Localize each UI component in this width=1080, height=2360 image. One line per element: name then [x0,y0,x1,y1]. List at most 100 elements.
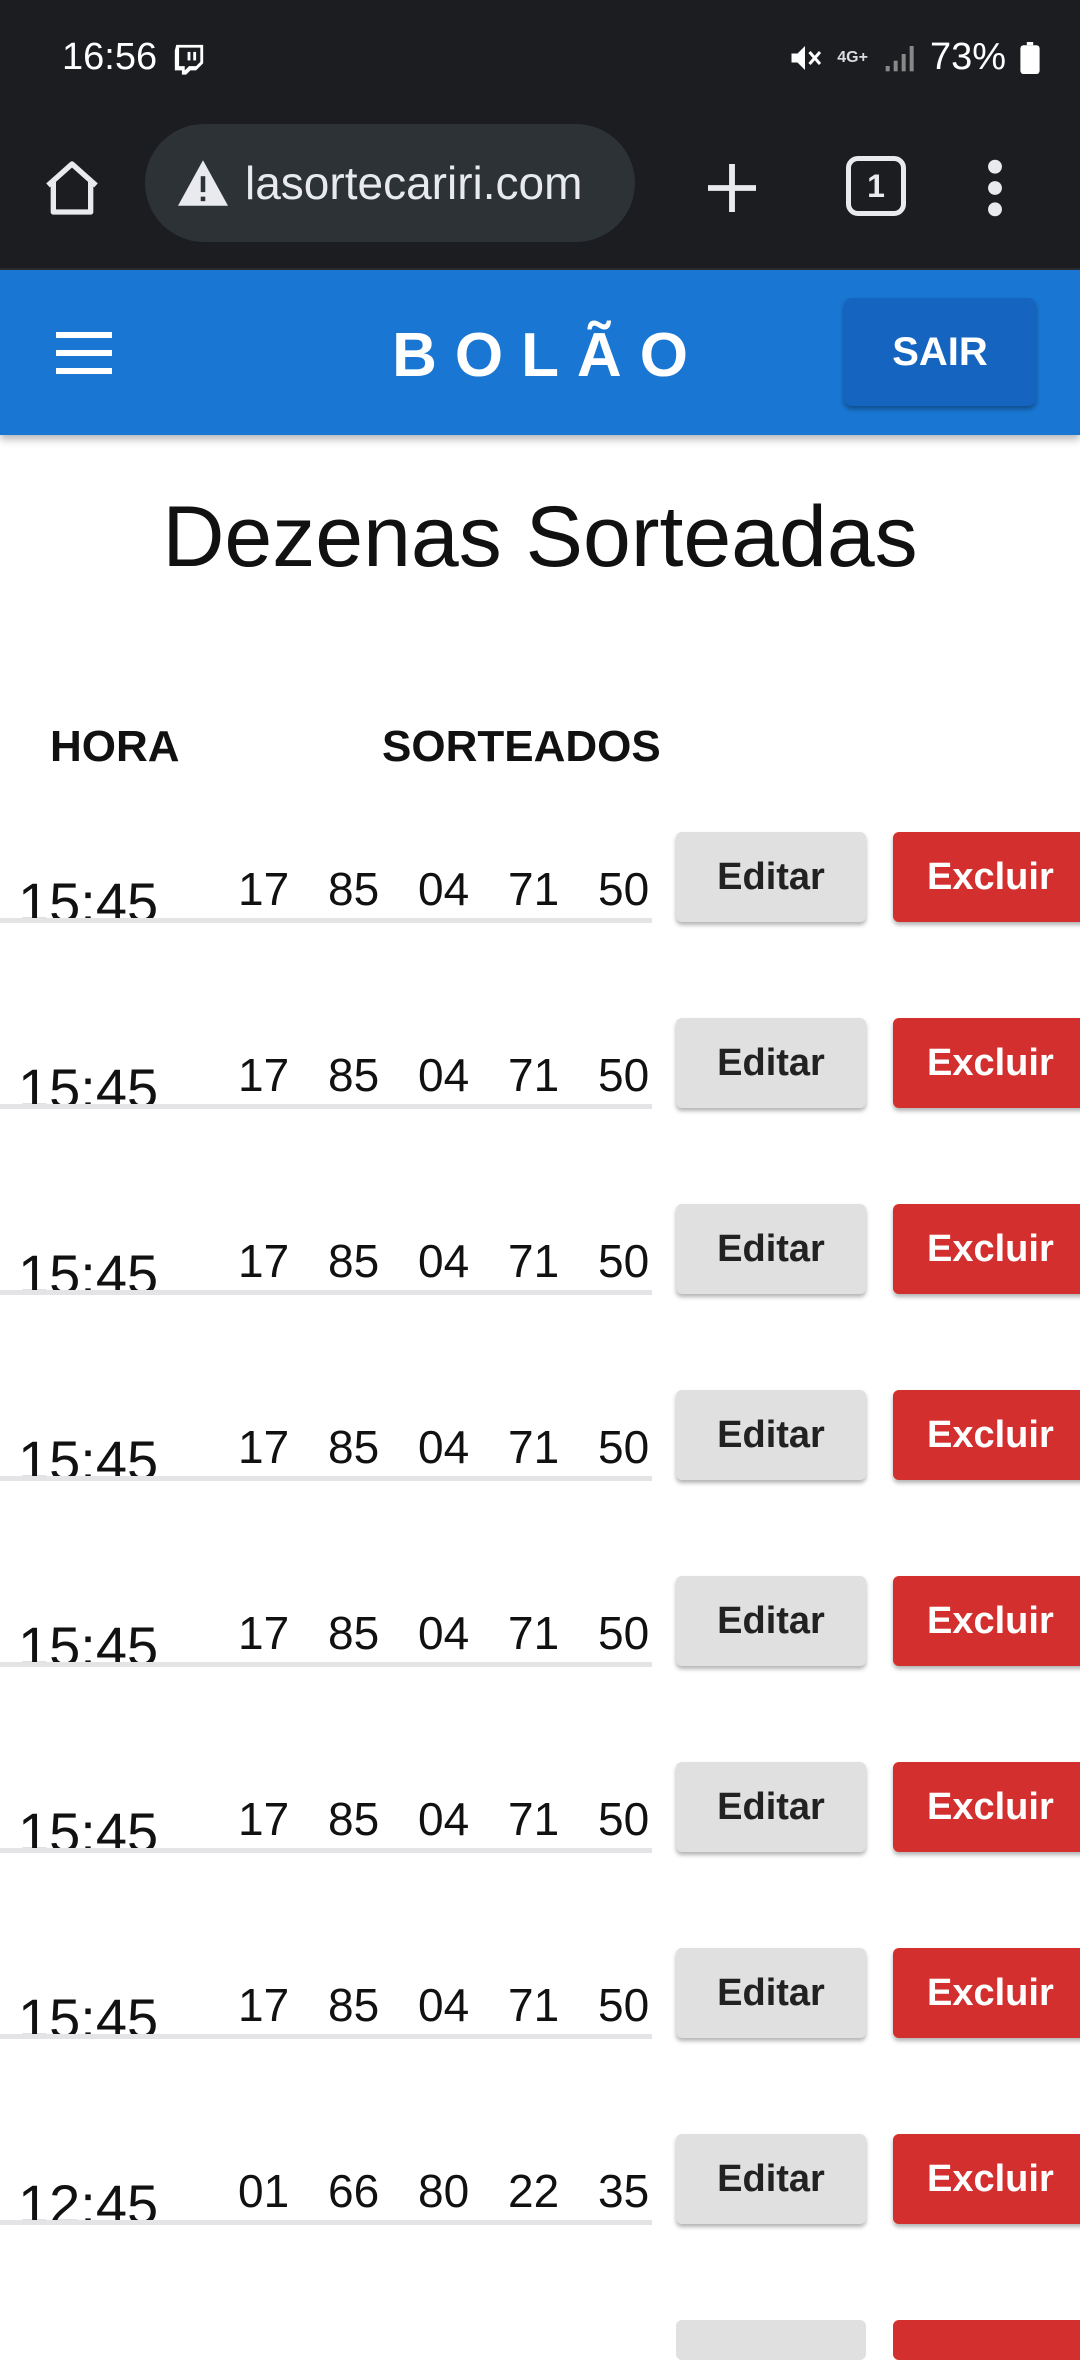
drawn-number: 35 [598,2165,650,2217]
row-divider [0,2034,652,2039]
row-divider [0,2220,652,2225]
drawn-number: 85 [328,863,380,915]
mute-icon [791,45,822,70]
drawn-number: 17 [238,863,290,915]
row-divider [0,1476,652,1481]
drawn-number: 85 [328,1235,380,1287]
drawn-number: 71 [508,1607,560,1659]
drawn-number: 50 [598,863,650,915]
delete-button[interactable]: Excluir [893,1762,1080,1852]
more-options-icon[interactable] [980,156,1010,220]
drawn-number: 85 [328,1421,380,1473]
battery-icon [1020,41,1040,74]
row-time: 15:45 [18,871,159,934]
table-row: 15:45 17 85 04 71 50 Editar Excluir [0,1576,1080,1762]
drawn-number: 71 [508,863,560,915]
drawn-number: 04 [418,1235,470,1287]
delete-button[interactable]: Excluir [893,1390,1080,1480]
drawn-number: 50 [598,1049,650,1101]
drawn-number: 17 [238,1235,290,1287]
tab-switcher-button[interactable]: 1 [846,156,906,216]
url-bar[interactable]: lasortecariri.com [145,124,635,242]
drawn-number: 85 [328,1607,380,1659]
table-row: 15:45 17 85 04 71 50 Editar Excluir [0,1948,1080,2134]
row-divider [0,1848,652,1853]
drawn-number: 80 [418,2165,470,2217]
table-row: 12:45 01 66 80 22 35 Editar Excluir [0,2134,1080,2320]
signal-icon [885,45,914,71]
table-row: 15:45 17 85 04 71 50 Editar Excluir [0,832,1080,1018]
row-divider [0,1104,652,1109]
drawn-number: 85 [328,1979,380,2031]
edit-button[interactable]: Editar [676,1762,866,1852]
drawn-number: 85 [328,1793,380,1845]
delete-button[interactable]: Excluir [893,1018,1080,1108]
drawn-number: 17 [238,1793,290,1845]
drawn-number: 04 [418,863,470,915]
drawn-number: 04 [418,1421,470,1473]
edit-button[interactable]: Editar [676,1576,866,1666]
row-time: 15:45 [18,1057,159,1120]
delete-button[interactable]: Excluir [893,2134,1080,2224]
drawn-number: 50 [598,1979,650,2031]
row-time: 15:45 [18,1801,159,1864]
edit-button-partial[interactable] [676,2320,866,2360]
delete-button-partial[interactable] [893,2320,1080,2360]
drawn-number: 85 [328,1049,380,1101]
table-row: 15:45 17 85 04 71 50 Editar Excluir [0,1390,1080,1576]
edit-button[interactable]: Editar [676,1390,866,1480]
drawn-number: 04 [418,1979,470,2031]
drawn-number: 71 [508,1793,560,1845]
delete-button[interactable]: Excluir [893,1204,1080,1294]
row-time: 15:45 [18,1987,159,2050]
page-title: Dezenas Sorteadas [162,489,918,585]
logout-button[interactable]: SAIR [844,298,1036,406]
drawn-number: 50 [598,1421,650,1473]
table-row: 15:45 17 85 04 71 50 Editar Excluir [0,1204,1080,1390]
new-tab-icon[interactable] [700,156,764,220]
delete-button[interactable]: Excluir [893,1576,1080,1666]
browser-toolbar: lasortecariri.com 1 [0,120,1080,270]
edit-button[interactable]: Editar [676,1204,866,1294]
drawn-number: 50 [598,1607,650,1659]
drawn-number: 50 [598,1235,650,1287]
drawn-number: 17 [238,1049,290,1101]
status-bar: 16:56 4G+ 73% [0,0,1080,120]
edit-button[interactable]: Editar [676,832,866,922]
row-time: 15:45 [18,1615,159,1678]
drawn-number: 71 [508,1235,560,1287]
row-divider [0,1662,652,1667]
column-header-sorteados: SORTEADOS [382,722,661,771]
drawn-number: 17 [238,1607,290,1659]
table-row: 15:45 17 85 04 71 50 Editar Excluir [0,1762,1080,1948]
edit-button[interactable]: Editar [676,1948,866,2038]
warning-icon[interactable] [175,158,231,208]
drawn-number: 04 [418,1793,470,1845]
row-time: 15:45 [18,1429,159,1492]
url-text: lasortecariri.com [245,157,583,209]
twitch-icon [174,44,204,75]
delete-button[interactable]: Excluir [893,1948,1080,2038]
drawn-number: 01 [238,2165,290,2217]
status-time: 16:56 [62,36,158,78]
drawn-number: 04 [418,1049,470,1101]
drawn-number: 71 [508,1421,560,1473]
drawn-number: 04 [418,1607,470,1659]
home-icon[interactable] [40,156,104,220]
drawn-number: 17 [238,1421,290,1473]
column-header-hora: HORA [50,722,180,771]
edit-button[interactable]: Editar [676,2134,866,2224]
delete-button[interactable]: Excluir [893,832,1080,922]
row-divider [0,918,652,923]
drawn-number: 17 [238,1979,290,2031]
row-time: 15:45 [18,1243,159,1306]
drawn-number: 71 [508,1979,560,2031]
network-type: 4G+ [837,48,868,66]
edit-button[interactable]: Editar [676,1018,866,1108]
battery-percent: 73% [929,36,1006,78]
drawn-number: 71 [508,1049,560,1101]
table-row: 15:45 17 85 04 71 50 Editar Excluir [0,1018,1080,1204]
drawn-number: 22 [508,2165,560,2217]
drawn-number: 66 [328,2165,380,2217]
row-time: 12:45 [18,2173,159,2236]
